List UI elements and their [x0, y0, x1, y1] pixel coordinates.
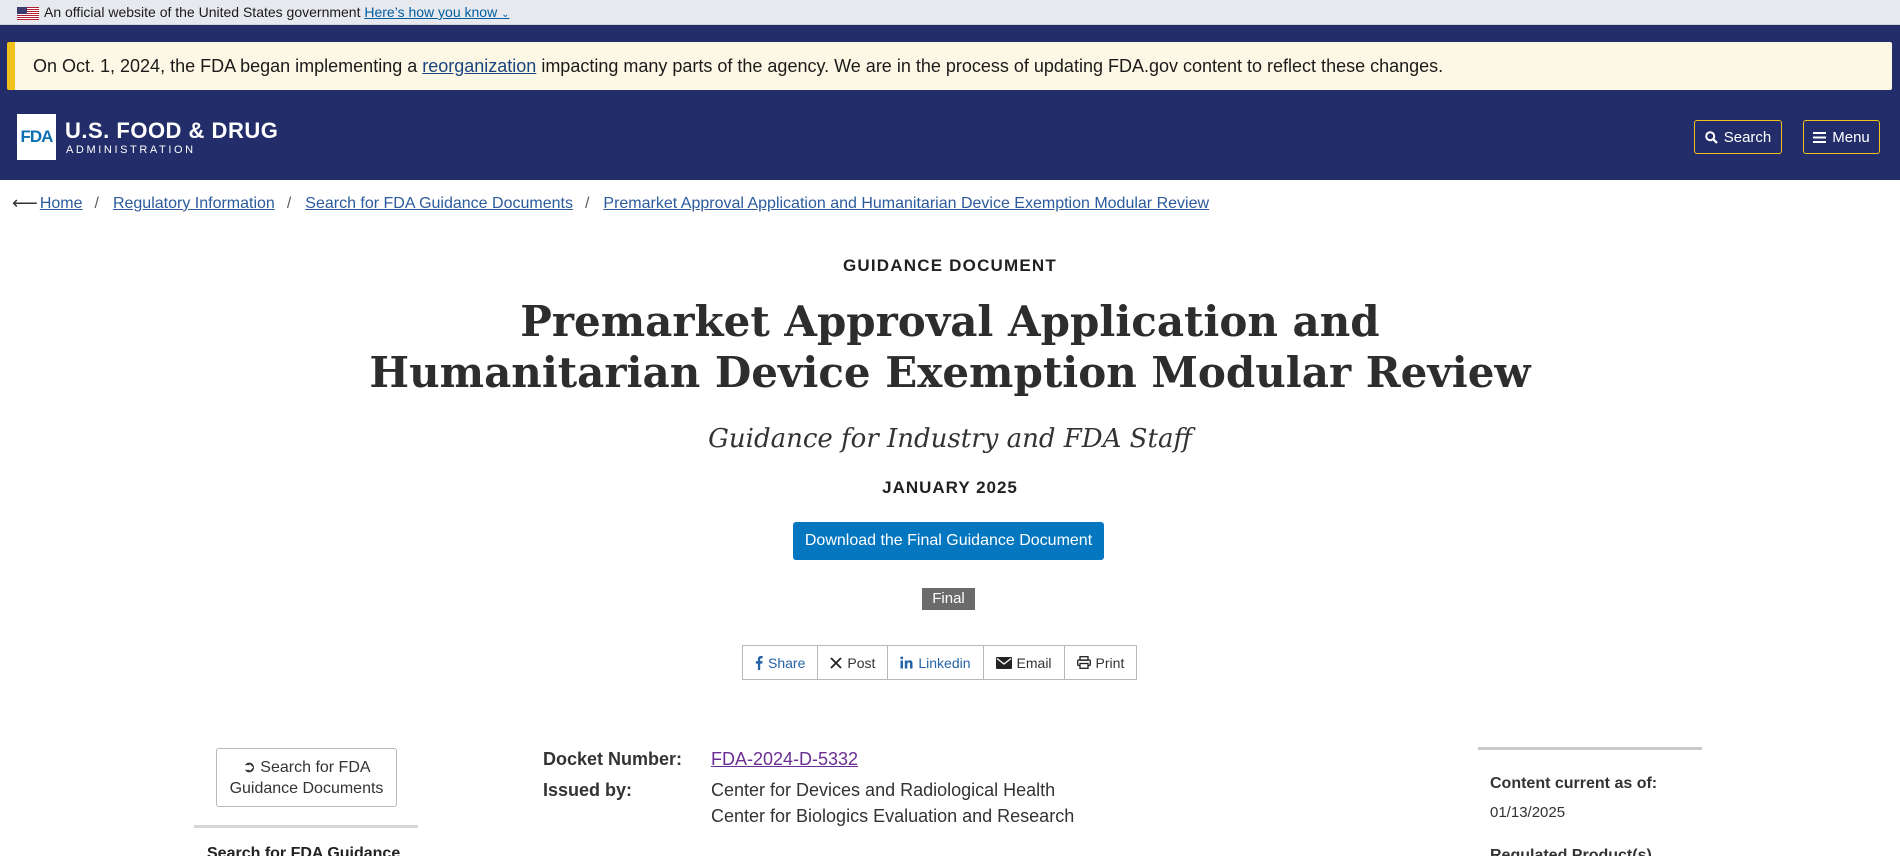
- logo-title: U.S. FOOD & DRUG: [65, 118, 279, 143]
- page-title: Premarket Approval Application and Human…: [369, 297, 1531, 397]
- share-linkedin-button[interactable]: Linkedin: [888, 646, 984, 679]
- docket-label: Docket Number:: [543, 749, 683, 769]
- right-divider: [1478, 747, 1702, 750]
- issued-by-label: Issued by:: [543, 780, 633, 800]
- us-flag-icon: [17, 7, 39, 20]
- content-current-date: 01/13/2025: [1490, 804, 1566, 821]
- sidebar-divider: [194, 825, 418, 828]
- back-to-search-button[interactable]: ➲ Search for FDA Guidance Documents: [216, 748, 397, 807]
- publication-date: JANUARY 2025: [882, 478, 1018, 497]
- docket-number-link[interactable]: FDA-2024-D-5332: [711, 749, 858, 769]
- regulated-products-heading: Regulated Product(s): [1490, 847, 1652, 856]
- issued-by-value-1: Center for Devices and Radiological Heal…: [711, 780, 1056, 800]
- breadcrumb-search-guidance[interactable]: Search for FDA Guidance Documents: [305, 195, 573, 213]
- menu-button[interactable]: Menu: [1803, 120, 1880, 154]
- breadcrumb: ⟵ Home / Regulatory Information / Search f…: [12, 193, 1210, 213]
- share-email-button[interactable]: Email: [984, 646, 1065, 679]
- search-icon: [1704, 130, 1718, 144]
- gov-banner-text: An official website of the United States…: [44, 4, 361, 20]
- status-badge: Final: [922, 588, 975, 610]
- share-print-button[interactable]: Print: [1065, 646, 1137, 679]
- breadcrumb-current-page[interactable]: Premarket Approval Application and Human…: [603, 195, 1209, 213]
- content-current-label: Content current as of:: [1490, 775, 1658, 792]
- back-arrow-icon: ⟵: [12, 193, 38, 213]
- reorganization-link[interactable]: reorganization: [422, 56, 536, 76]
- email-icon: [995, 656, 1012, 669]
- breadcrumb-regulatory-information[interactable]: Regulatory Information: [113, 195, 275, 213]
- site-header: On Oct. 1, 2024, the FDA began implement…: [0, 25, 1900, 180]
- print-icon: [1076, 656, 1091, 669]
- download-guidance-button[interactable]: Download the Final Guidance Document: [793, 522, 1104, 560]
- fda-logo-mark: FDA: [17, 114, 56, 160]
- share-toolbar: Share Post Linkedin Email Print: [742, 645, 1138, 680]
- gov-banner: An official website of the United States…: [0, 0, 1900, 25]
- page-subtitle: Guidance for Industry and FDA Staff: [708, 424, 1192, 454]
- share-x-button[interactable]: Post: [818, 646, 889, 679]
- reorganization-alert: On Oct. 1, 2024, the FDA began implement…: [7, 42, 1892, 90]
- facebook-icon: [755, 655, 763, 670]
- issued-by-value-2: Center for Biologics Evaluation and Rese…: [711, 806, 1075, 826]
- logo-subtitle: ADMINISTRATION: [66, 144, 196, 156]
- chevron-down-icon: ⌄: [501, 9, 510, 20]
- linkedin-icon: [900, 656, 913, 669]
- how-you-know-link[interactable]: Here’s how you know ⌄: [364, 4, 509, 20]
- x-icon: [830, 656, 842, 669]
- breadcrumb-home[interactable]: Home: [40, 195, 83, 213]
- document-type-label: GUIDANCE DOCUMENT: [842, 256, 1057, 275]
- share-facebook-button[interactable]: Share: [743, 646, 819, 679]
- arrow-circle-left-icon: ➲: [242, 759, 256, 776]
- search-button[interactable]: Search: [1694, 120, 1782, 154]
- hamburger-icon: [1813, 131, 1827, 143]
- sidebar-section-heading: Search for FDA Guidance: [207, 845, 401, 856]
